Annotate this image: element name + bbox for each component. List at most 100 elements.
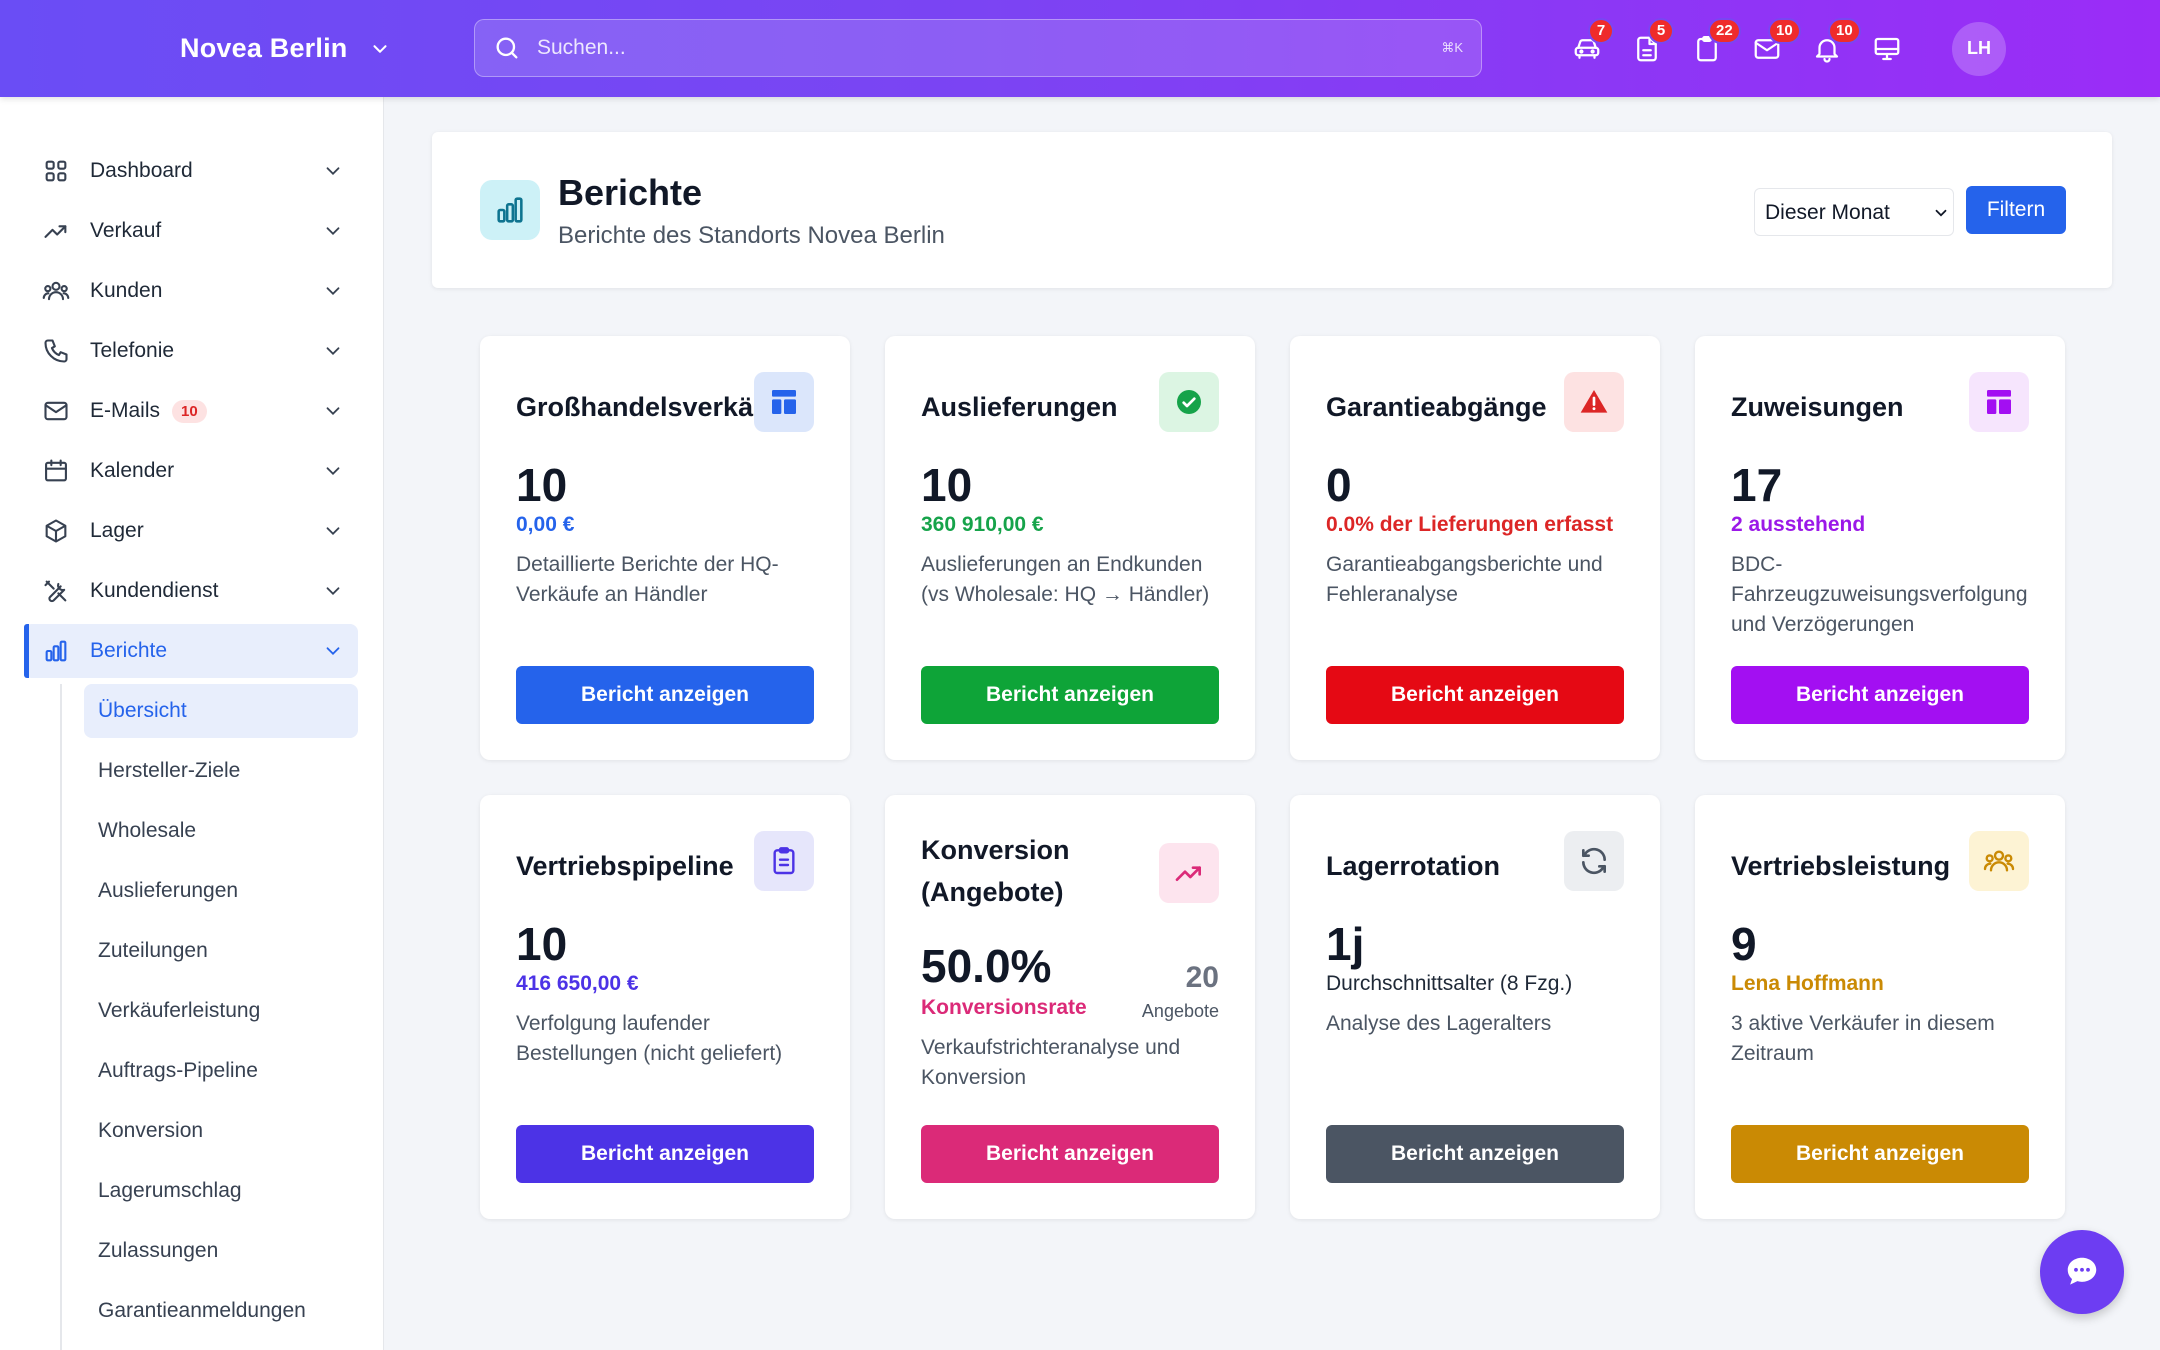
sidebar-item-lager[interactable]: Lager <box>24 504 358 558</box>
tools-icon <box>44 580 67 603</box>
card-description: BDC-Fahrzeugzuweisungsverfolgung und Ver… <box>1731 553 2028 636</box>
vehicles-button[interactable]: 7 <box>1572 17 1614 64</box>
display-button[interactable] <box>1872 34 1902 64</box>
card-icon <box>1969 831 2029 891</box>
chart-icon <box>45 640 67 662</box>
submenu-item-garantieanmeldungen[interactable]: Garantieanmeldungen <box>84 1284 358 1338</box>
sidebar-item-verkauf[interactable]: Verkauf <box>24 204 358 258</box>
card-icon <box>1159 843 1219 903</box>
quotes-label: Angebote <box>1141 1001 1219 1021</box>
card-subvalue: Konversionsrate <box>921 996 1087 1019</box>
filter-button[interactable]: Filtern <box>1966 186 2066 234</box>
search-shortcut: ⌘K <box>1441 40 1463 55</box>
view-report-button[interactable]: Bericht anzeigen <box>921 666 1219 724</box>
chevron-down-icon <box>373 44 387 53</box>
chevron-down-icon <box>326 527 340 536</box>
card-subvalue: 0,00 € <box>516 513 575 536</box>
chevron-down-icon <box>326 587 340 596</box>
report-card-assignments: Zuweisungen 17 2 ausstehend BDC-Fahrzeug… <box>1695 336 2065 760</box>
view-report-button[interactable]: Bericht anzeigen <box>1731 1125 2029 1183</box>
check-badge-icon <box>1177 390 1201 414</box>
card-icon <box>754 831 814 891</box>
view-report-button[interactable]: Bericht anzeigen <box>921 1125 1219 1183</box>
notification-badge: 7 <box>1588 17 1614 44</box>
card-value: 9 <box>1731 918 1757 970</box>
search-input[interactable] <box>537 36 1442 60</box>
view-report-button[interactable]: Bericht anzeigen <box>1731 666 2029 724</box>
submenu-item-lagerumschlag[interactable]: Lagerumschlag <box>84 1164 358 1218</box>
box-icon <box>45 519 67 543</box>
card-subvalue: 360 910,00 € <box>921 513 1044 536</box>
submenu-item-konversion[interactable]: Konversion <box>84 1104 358 1158</box>
card-icon <box>1159 372 1219 432</box>
email-count-badge: 10 <box>172 399 207 423</box>
sidebar-item-label: Berichte <box>90 639 168 662</box>
sidebar-item-label: Kunden <box>90 279 163 302</box>
sidebar-item-kalender[interactable]: Kalender <box>24 444 358 498</box>
notifications-button[interactable]: 10 <box>1812 17 1861 64</box>
messages-button[interactable]: 10 <box>1752 17 1801 64</box>
card-subvalue: Durchschnittsalter (8 Fzg.) <box>1326 972 1573 995</box>
chevron-down-icon <box>326 287 340 296</box>
sidebar-item-telefonie[interactable]: Telefonie <box>24 324 358 378</box>
location-switcher[interactable]: Novea Berlin <box>180 0 391 97</box>
card-title: Konversion (Angebote) <box>921 835 1070 907</box>
sidebar-item-kundendienst[interactable]: Kundendienst <box>24 564 358 618</box>
sidebar-item-emails[interactable]: E-Mails 10 <box>24 384 358 438</box>
submenu-item-verkaeuferleistung[interactable]: Verkäuferleistung <box>84 984 358 1038</box>
view-report-button[interactable]: Bericht anzeigen <box>1326 666 1624 724</box>
report-card-pipeline: Vertriebspipeline 10 416 650,00 € Verfol… <box>480 795 850 1219</box>
card-subvalue: 416 650,00 € <box>516 972 639 995</box>
submenu-item-auftrags-pipeline[interactable]: Auftrags-Pipeline <box>84 1044 358 1098</box>
view-report-button[interactable]: Bericht anzeigen <box>516 1125 814 1183</box>
sidebar-item-label: Dashboard <box>90 159 193 182</box>
card-value: 50.0% <box>921 940 1052 992</box>
layout-icon <box>772 390 796 414</box>
period-select[interactable]: Dieser Monat <box>1754 188 1954 236</box>
report-card-deliveries: Auslieferungen 10 360 910,00 € Ausliefer… <box>885 336 1255 760</box>
card-subvalue: 2 ausstehend <box>1731 513 1866 536</box>
search-box[interactable]: ⌘K <box>474 19 1482 77</box>
tasks-button[interactable]: 22 <box>1692 17 1741 64</box>
card-description: Garantieabgangsberichte und Fehleranalys… <box>1326 553 1603 606</box>
card-title: Vertriebspipeline <box>516 851 734 881</box>
view-report-button[interactable]: Bericht anzeigen <box>516 666 814 724</box>
submenu-item-zulassungen[interactable]: Zulassungen <box>84 1224 358 1278</box>
grid-icon <box>45 160 67 182</box>
chevron-down-icon <box>326 347 340 356</box>
sidebar-item-kunden[interactable]: Kunden <box>24 264 358 318</box>
refresh-icon <box>1582 847 1606 875</box>
user-avatar[interactable]: LH <box>1952 21 2006 76</box>
submenu-item-zuteilungen[interactable]: Zuteilungen <box>84 924 358 978</box>
submenu-item-auslieferungen[interactable]: Auslieferungen <box>84 864 358 918</box>
sidebar-item-berichte[interactable]: Berichte <box>24 624 358 678</box>
card-value: 10 <box>921 459 973 511</box>
card-title: Lagerrotation <box>1326 851 1501 881</box>
card-description: Verkaufstrichteranalyse und Konversion <box>921 1036 1181 1089</box>
submenu-item-uebersicht[interactable]: Übersicht <box>84 684 358 738</box>
sidebar-item-label: Kundendienst <box>90 579 219 602</box>
card-value: 10 <box>516 459 568 511</box>
chevron-down-icon <box>326 467 340 476</box>
page-header: Berichte Berichte des Standorts Novea Be… <box>432 132 2112 288</box>
documents-button[interactable]: 5 <box>1632 17 1674 64</box>
card-value: 17 <box>1731 459 1783 511</box>
brand-name: Novea Berlin <box>180 33 348 63</box>
team-icon <box>1983 850 2015 872</box>
chat-bubble-icon <box>2067 1257 2097 1285</box>
chat-button[interactable] <box>2040 1230 2124 1314</box>
trend-up-icon <box>1175 866 1201 881</box>
phone-icon <box>44 339 68 363</box>
card-icon <box>1564 831 1624 891</box>
chart-icon <box>497 197 523 223</box>
submenu-item-wholesale[interactable]: Wholesale <box>84 804 358 858</box>
card-description: Analyse des Lageralters <box>1326 1012 1552 1035</box>
top-bar: Novea Berlin ⌘K 7 5 22 10 10 LH <box>0 0 2160 97</box>
sidebar-item-dashboard[interactable]: Dashboard <box>24 144 358 198</box>
chevron-down-icon <box>326 167 340 176</box>
submenu-item-hersteller-ziele[interactable]: Hersteller-Ziele <box>84 744 358 798</box>
view-report-button[interactable]: Bericht anzeigen <box>1326 1125 1624 1183</box>
notification-badge: 10 <box>1768 17 1801 44</box>
report-card-wholesale: Großhandelsverkäufe 10 0,00 € Detaillier… <box>480 336 850 760</box>
quotes-count: 20 <box>1185 961 1219 994</box>
